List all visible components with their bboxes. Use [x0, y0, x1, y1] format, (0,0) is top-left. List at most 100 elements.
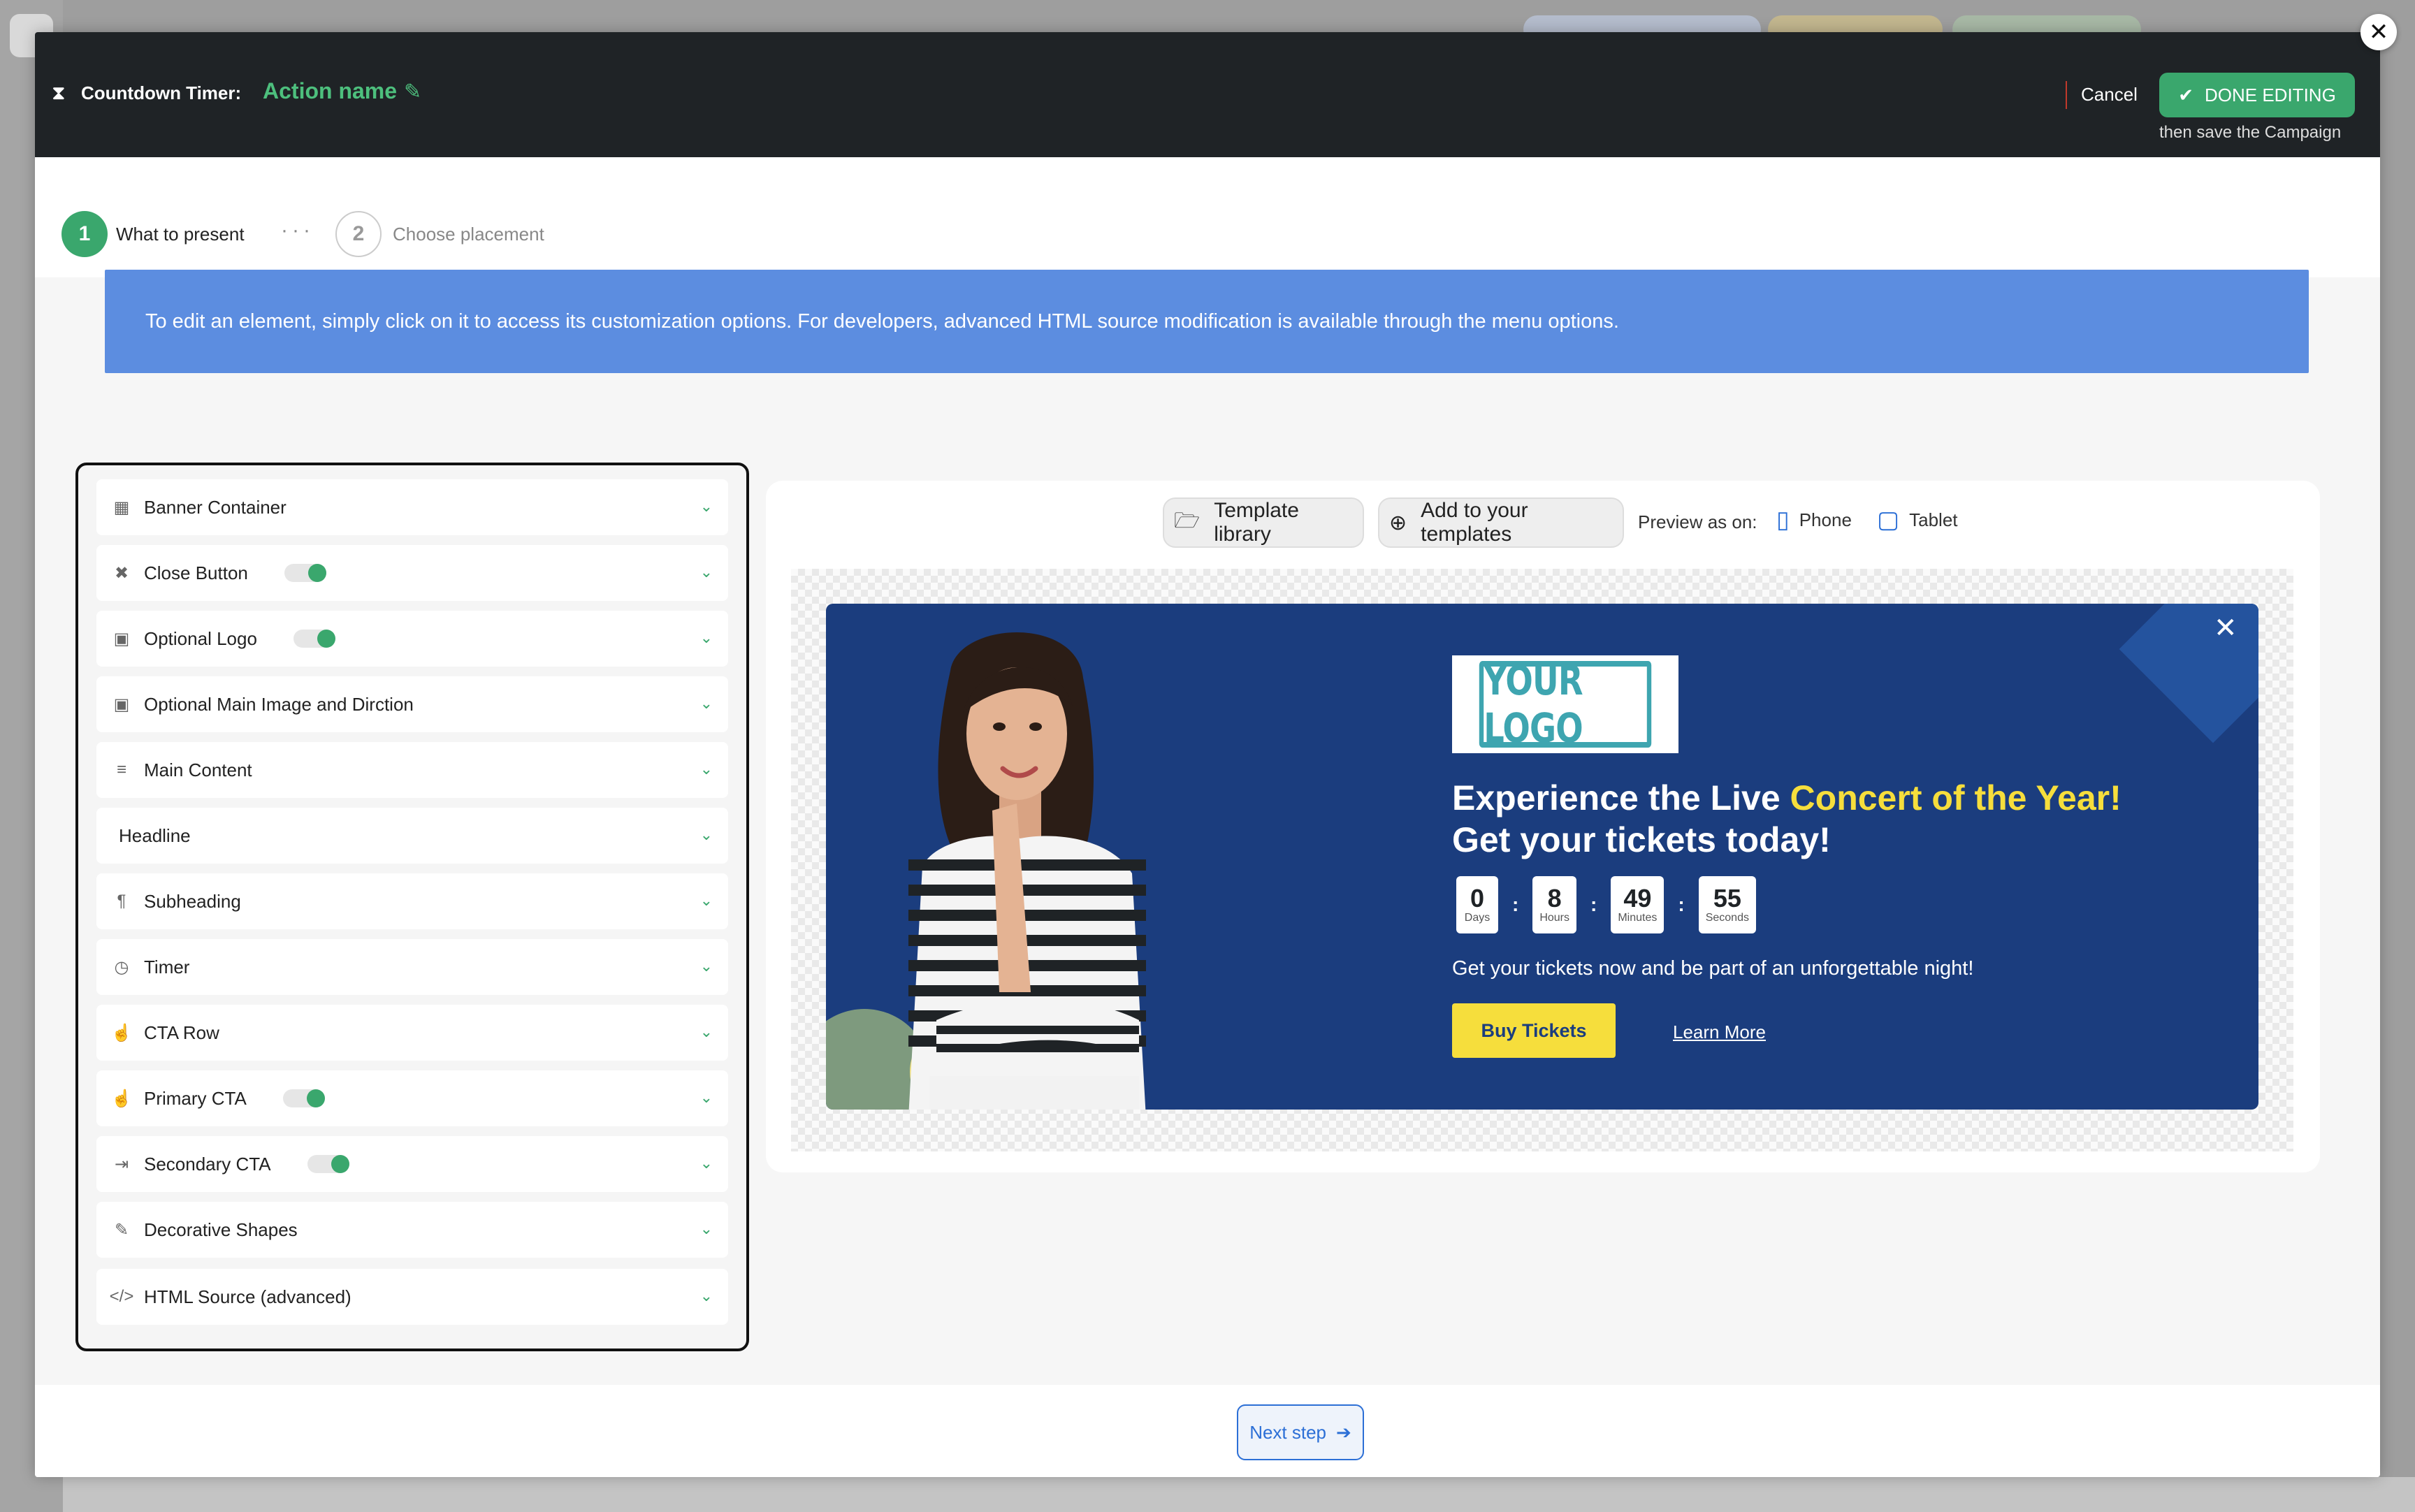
timer-seconds: 55 Seconds [1698, 876, 1756, 933]
timer-separator: : [1590, 894, 1597, 915]
optional-logo-toggle[interactable] [293, 630, 335, 648]
headline-highlight: Concert of the Year! [1790, 778, 2122, 817]
chevron-down-icon[interactable]: ⌄ [700, 1220, 713, 1238]
pointer-icon: ☝ [111, 1023, 132, 1042]
done-editing-hint: then save the Campaign [2159, 123, 2342, 142]
accordion-label: Optional Main Image and Dirction [144, 693, 414, 715]
timer-hours: 8 Hours [1532, 876, 1577, 933]
chevron-down-icon[interactable]: ⌄ [700, 1023, 713, 1041]
accordion-secondary-cta[interactable]: ⇥ Secondary CTA ⌄ [96, 1136, 728, 1192]
hourglass-icon: ⧗ [52, 82, 66, 103]
phone-label: Phone [1799, 509, 1852, 530]
preview-as-label: Preview as on: [1638, 511, 1757, 532]
header-divider [2066, 81, 2067, 109]
grid-icon: ▦ [113, 497, 130, 517]
accordion-decorative-shapes[interactable]: ✎ Decorative Shapes ⌄ [96, 1202, 728, 1258]
secondary-cta-toggle[interactable] [307, 1155, 349, 1173]
banner-logo[interactable]: YOUR LOGO [1452, 655, 1678, 753]
chevron-down-icon[interactable]: ⌄ [700, 563, 713, 581]
chevron-down-icon[interactable]: ⌄ [700, 957, 713, 975]
accordion-label: Subheading [144, 890, 241, 912]
close-icon: ✖ [114, 563, 129, 583]
chevron-down-icon[interactable]: ⌄ [700, 695, 713, 713]
step-1-label[interactable]: What to present [116, 224, 245, 245]
timer-unit: Minutes [1618, 912, 1658, 924]
accordion-primary-cta[interactable]: ☝ Primary CTA ⌄ [96, 1070, 728, 1126]
chevron-down-icon[interactable]: ⌄ [700, 629, 713, 647]
modal-footer: Next step ➔ [35, 1385, 2380, 1477]
close-button-toggle[interactable] [284, 564, 326, 582]
main-image[interactable] [873, 629, 1167, 1110]
stepper: 1 What to present ··· 2 Choose placement [35, 157, 2380, 277]
preview-tablet-button[interactable]: ▢ Tablet [1877, 506, 1958, 534]
timer-value: 49 [1623, 884, 1652, 913]
accordion-main-image[interactable]: ▣ Optional Main Image and Dirction ⌄ [96, 676, 728, 732]
banner-close-icon[interactable]: ✕ [2214, 612, 2238, 644]
banner-subheading[interactable]: Get your tickets now and be part of an u… [1452, 957, 1973, 980]
timer-value: 8 [1547, 884, 1562, 913]
timer-value: 55 [1713, 884, 1741, 913]
countdown-banner[interactable]: ✕ YOUR LOGO Experience the Live Concert … [826, 604, 2258, 1110]
chevron-down-icon[interactable]: ⌄ [700, 760, 713, 778]
code-icon: </> [109, 1287, 134, 1306]
preview-phone-button[interactable]: ▯ Phone [1776, 506, 1852, 534]
banner-headline[interactable]: Experience the Live Concert of the Year!… [1452, 777, 2221, 861]
chevron-down-icon[interactable]: ⌄ [700, 892, 713, 910]
backdrop-footer [63, 1477, 2415, 1512]
primary-cta-toggle[interactable] [282, 1089, 325, 1107]
add-templates-label: Add to your templates [1421, 499, 1528, 546]
accordion-banner-container[interactable]: ▦ Banner Container ⌄ [96, 479, 728, 535]
accordion-label: Optional Logo [144, 627, 257, 649]
clock-icon: ◷ [114, 957, 129, 977]
timer-value: 0 [1470, 884, 1485, 913]
accordion-headline[interactable]: Headline ⌄ [96, 808, 728, 864]
timer-separator: : [1512, 894, 1519, 915]
chevron-down-icon[interactable]: ⌄ [700, 1154, 713, 1172]
accordion-label: CTA Row [144, 1022, 219, 1043]
brush-icon: ✎ [114, 1220, 129, 1240]
done-editing-button[interactable]: ✔ DONE EDITING [2159, 73, 2355, 117]
logo-text: YOUR LOGO [1479, 657, 1652, 752]
accordion-timer[interactable]: ◷ Timer ⌄ [96, 939, 728, 995]
next-step-button[interactable]: Next step ➔ [1237, 1404, 1364, 1460]
pointer-icon: ☝ [111, 1089, 132, 1108]
info-banner-text: To edit an element, simply click on it t… [145, 310, 1619, 333]
accordion-label: HTML Source (advanced) [144, 1286, 351, 1307]
pencil-icon[interactable]: ✎ [404, 80, 421, 104]
step-1-circle[interactable]: 1 [61, 211, 108, 257]
paragraph-icon: ¶ [117, 892, 126, 910]
buy-tickets-button[interactable]: Buy Tickets [1452, 1003, 1616, 1058]
elements-panel: ▦ Banner Container ⌄ ✖ Close Button ⌄ ▣ … [75, 463, 749, 1351]
learn-more-link[interactable]: Learn More [1673, 1022, 1766, 1043]
accordion-cta-row[interactable]: ☝ CTA Row ⌄ [96, 1005, 728, 1061]
edit-modal: ⧗ Countdown Timer: Action name ✎ Cancel … [35, 32, 2380, 1477]
chevron-down-icon[interactable]: ⌄ [700, 1089, 713, 1107]
accordion-optional-logo[interactable]: ▣ Optional Logo ⌄ [96, 611, 728, 667]
tablet-label: Tablet [1909, 509, 1958, 530]
chevron-down-icon[interactable]: ⌄ [700, 826, 713, 844]
timer-unit: Days [1464, 912, 1491, 924]
accordion-subheading[interactable]: ¶ Subheading ⌄ [96, 873, 728, 929]
add-to-templates-button[interactable]: ⊕ Add to your templates [1378, 497, 1624, 548]
accordion-label: Close Button [144, 562, 248, 583]
action-name[interactable]: Action name [263, 78, 397, 104]
image-icon: ▣ [113, 629, 130, 648]
accordion-label: Decorative Shapes [144, 1219, 298, 1240]
cancel-button[interactable]: Cancel [2081, 84, 2138, 106]
accordion-close-button[interactable]: ✖ Close Button ⌄ [96, 545, 728, 601]
tablet-icon: ▢ [1877, 507, 1900, 533]
timer-unit: Seconds [1705, 912, 1749, 924]
chevron-down-icon[interactable]: ⌄ [700, 1287, 713, 1305]
countdown-timer[interactable]: 0 Days : 8 Hours : 49 Minutes : 55 Secon… [1456, 876, 1756, 933]
check-icon: ✔ [2178, 84, 2193, 106]
accordion-main-content[interactable]: ≡ Main Content ⌄ [96, 742, 728, 798]
accordion-label: Banner Container [144, 496, 287, 518]
step-2-circle[interactable]: 2 [335, 211, 382, 257]
close-modal-icon[interactable]: ✕ [2360, 14, 2397, 50]
chevron-down-icon[interactable]: ⌄ [700, 497, 713, 516]
modal-title: Countdown Timer: [81, 82, 242, 103]
accordion-label: Headline [119, 824, 191, 846]
accordion-html-source[interactable]: </> HTML Source (advanced) ⌄ [96, 1269, 728, 1325]
template-library-button[interactable]: 🗁 Template library [1163, 497, 1364, 548]
step-2-label[interactable]: Choose placement [393, 224, 544, 245]
